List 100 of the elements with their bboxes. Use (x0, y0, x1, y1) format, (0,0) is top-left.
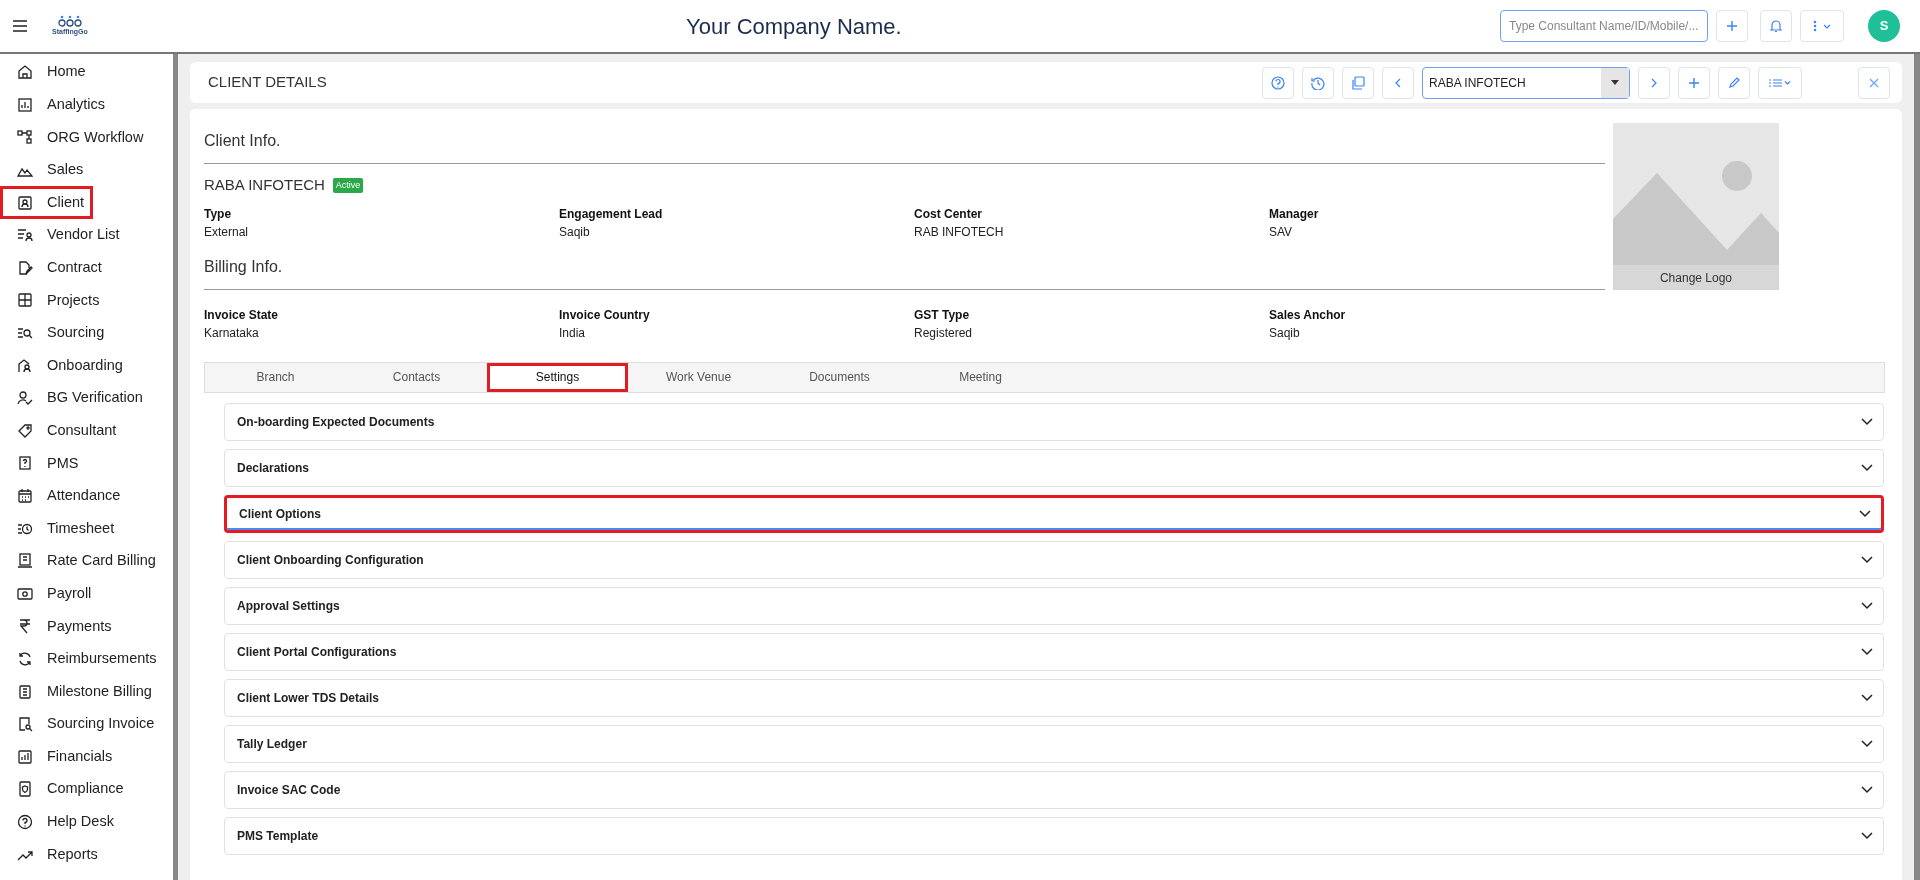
field-value: External (204, 223, 250, 241)
sidebar-item[interactable]: Analytics (0, 88, 115, 122)
tab[interactable]: Meeting (910, 362, 1051, 392)
field-label: Invoice State (204, 306, 280, 324)
close-icon (1868, 76, 1880, 89)
sidebar-item[interactable]: Client (0, 186, 94, 219)
close-button[interactable] (1858, 66, 1890, 99)
menu-icon[interactable] (12, 20, 28, 32)
sidebar-item[interactable]: Rate Card Billing (0, 544, 165, 578)
client-select[interactable]: RABA INFOTECH (1422, 66, 1630, 99)
accordion-header[interactable]: Declarations (224, 448, 1884, 487)
chevron-down-icon (1861, 601, 1873, 610)
page-title: CLIENT DETAILS (208, 72, 328, 93)
sidebar-item[interactable]: Sales (0, 153, 93, 187)
logo-icon (56, 14, 83, 27)
sidebar-item[interactable]: Sourcing (0, 316, 114, 350)
section-heading: Client Info. (204, 123, 1605, 164)
next-button[interactable] (1638, 66, 1670, 99)
tab[interactable]: Contacts (346, 362, 487, 392)
field-value: Registered (914, 324, 974, 342)
company-title: Your Company Name. (685, 12, 903, 41)
sidebar-item[interactable]: Consultant (0, 414, 126, 448)
sidebar-item[interactable]: Help Desk (0, 805, 123, 839)
add-button[interactable] (1716, 10, 1748, 42)
caret-icon (1611, 80, 1619, 85)
sidebar-item[interactable]: Projects (0, 284, 109, 317)
more-icon (1811, 20, 1833, 32)
field-value: Karnataka (204, 324, 260, 342)
tag-icon (17, 422, 33, 439)
copy-icon (1351, 75, 1365, 90)
sidebar-item[interactable]: Compliance (0, 773, 133, 806)
person-check-icon (17, 390, 33, 407)
field-value: RAB INFOTECH (914, 223, 1005, 241)
refresh-icon (17, 651, 33, 667)
previous-button[interactable] (1382, 66, 1414, 99)
field-label: Type (204, 205, 233, 223)
accordion-header[interactable]: Client Portal Configurations (224, 632, 1884, 671)
client-name: RABA INFOTECH (204, 175, 325, 195)
sidebar-item[interactable]: Timesheet (0, 512, 124, 545)
sidebar-item[interactable]: Financials (0, 740, 122, 774)
notification-button[interactable] (1760, 10, 1792, 42)
sidebar-item[interactable]: Payroll (0, 577, 101, 611)
field-label: Cost Center (914, 205, 983, 223)
house-person-icon (17, 357, 33, 374)
pencil-icon (1728, 76, 1740, 89)
sidebar-item[interactable]: Milestone Billing (0, 675, 161, 708)
sidebar-item[interactable]: Reports (0, 838, 107, 871)
history-button[interactable] (1302, 66, 1334, 99)
tab[interactable]: Work Venue (628, 362, 769, 392)
copy-button[interactable] (1342, 66, 1374, 99)
calendar-icon (17, 488, 33, 504)
sidebar-item[interactable]: PMS (0, 447, 88, 480)
help-button[interactable] (1262, 66, 1294, 99)
chevron-down-icon (1859, 509, 1871, 518)
person-card-icon (17, 194, 33, 211)
help-icon (1271, 75, 1285, 90)
accordion-header[interactable]: Client Options (224, 494, 1884, 533)
sidebar-item[interactable]: Onboarding (0, 349, 132, 382)
accordion-header[interactable]: Approval Settings (224, 586, 1884, 625)
sidebar-item[interactable]: Reimbursements (0, 642, 166, 676)
field-label: Manager (1269, 205, 1320, 223)
sidebar-item[interactable]: Sourcing Invoice (0, 707, 164, 741)
field-label: Invoice Country (559, 306, 651, 324)
receipt-icon (17, 553, 33, 570)
accordion-header[interactable]: PMS Template (224, 816, 1884, 855)
edit-button[interactable] (1718, 66, 1750, 99)
sidebar-item[interactable]: Attendance (0, 479, 130, 513)
accordion-header[interactable]: Invoice SAC Code (224, 770, 1884, 809)
history-icon (1311, 75, 1325, 90)
tab[interactable]: Documents (769, 362, 910, 392)
sidebar-item[interactable]: Contract (0, 251, 111, 285)
sidebar-item[interactable]: Payments (0, 610, 121, 643)
sidebar-item[interactable]: Vendor List (0, 218, 129, 252)
rupee-icon (17, 618, 33, 635)
sidebar-item[interactable]: BG Verification (0, 381, 152, 415)
tab[interactable]: Branch (205, 362, 346, 392)
field-value: Saqib (559, 223, 591, 241)
accordion-header[interactable]: Tally Ledger (224, 724, 1884, 763)
sidebar-item[interactable]: Home (0, 56, 95, 89)
field-label: Sales Anchor (1269, 306, 1347, 324)
list-menu-button[interactable] (1758, 66, 1802, 99)
tab[interactable]: Settings (487, 362, 628, 392)
search-field[interactable]: Type Consultant Name/ID/Mobile/... (1500, 10, 1708, 42)
sidebar-item[interactable]: ORG Workflow (0, 121, 153, 154)
bar-chart-icon (17, 748, 33, 765)
chevron-down-icon (1861, 555, 1873, 564)
accordion-header[interactable]: On-boarding Expected Documents (224, 402, 1884, 441)
accordion-header[interactable]: Client Onboarding Configuration (224, 540, 1884, 579)
chart-icon (17, 96, 33, 113)
accordion-header[interactable]: Client Lower TDS Details (224, 678, 1884, 717)
more-button[interactable] (1800, 10, 1844, 42)
field-value: India (559, 324, 587, 342)
document-pen-icon (17, 259, 33, 276)
change-logo-button[interactable]: Change Logo (1613, 265, 1779, 290)
chevron-down-icon (1861, 693, 1873, 702)
add-button[interactable] (1678, 66, 1710, 99)
plus-icon (1726, 20, 1738, 32)
chevron-right-icon (1650, 77, 1658, 88)
chevron-down-icon (1861, 739, 1873, 748)
help-icon (17, 813, 33, 830)
